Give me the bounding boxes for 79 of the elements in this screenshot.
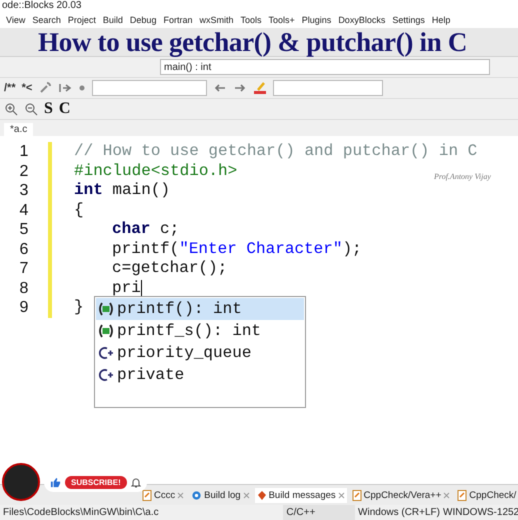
step-icon[interactable] [58, 81, 72, 95]
menu-item[interactable]: Project [68, 15, 96, 25]
zoom-out-icon[interactable] [24, 102, 38, 116]
close-icon[interactable] [242, 492, 250, 498]
menu-item[interactable]: DoxyBlocks [338, 15, 386, 25]
code-text: } [74, 298, 84, 318]
log-tab[interactable]: CppCheck/ [455, 488, 518, 502]
menu-item[interactable]: Tools [240, 15, 262, 25]
format-button[interactable]: S [44, 100, 53, 118]
class-icon [98, 368, 114, 382]
window-title: ode::Blocks 20.03 [0, 0, 518, 12]
log-tab[interactable]: Cccc [140, 488, 186, 502]
line-number: 6 [20, 240, 28, 259]
toolbar-text[interactable]: *< [22, 82, 32, 94]
autocomplete-item[interactable]: private [96, 364, 304, 386]
channel-logo [2, 463, 40, 501]
log-tab[interactable]: Build log [189, 488, 252, 502]
toolbar-dropdown[interactable] [273, 80, 384, 96]
document-icon [457, 490, 468, 500]
function-icon [98, 302, 114, 316]
author-credit: Prof.Antony Vijay [434, 172, 491, 181]
line-number: 8 [20, 278, 28, 298]
status-path: Files\CodeBlocks\MinGW\bin\C\a.c [2, 506, 160, 520]
menu-item[interactable]: Build [102, 15, 123, 25]
code-text: #include<stdio.h> [74, 162, 238, 181]
dot-icon[interactable] [78, 84, 86, 92]
menu-item[interactable]: wxSmith [199, 15, 234, 25]
video-title: How to use getchar() & putchar() in C [38, 26, 468, 58]
autocomplete-item[interactable]: printf_s(): int [96, 320, 304, 342]
code-text: int [74, 181, 103, 200]
line-number: 7 [20, 259, 28, 278]
menu-item[interactable]: Tools+ [268, 15, 295, 25]
menu-item[interactable]: Debug [130, 15, 156, 25]
code-text: c; [159, 220, 180, 240]
close-icon[interactable] [443, 492, 450, 498]
menu-item[interactable]: Fortran [163, 15, 192, 25]
zoom-in-icon[interactable] [4, 102, 18, 116]
line-number: 5 [20, 220, 28, 240]
code-text: ); [342, 240, 362, 259]
file-tab[interactable]: *a.c [4, 123, 34, 136]
line-number: 4 [20, 200, 28, 220]
subscribe-button[interactable]: SUBSCRIBE! [65, 476, 127, 488]
code-text: { [74, 200, 84, 220]
format-button[interactable]: C [58, 100, 70, 118]
menu-item[interactable]: Settings [392, 15, 425, 25]
function-icon [98, 324, 114, 338]
menu-item[interactable]: Search [32, 15, 61, 25]
autocomplete-item[interactable]: priority_queue [96, 342, 304, 364]
log-tab[interactable]: Build messages [254, 488, 347, 502]
toolbar-text[interactable]: /** [4, 82, 16, 94]
highlighter-icon[interactable] [253, 81, 268, 95]
close-icon[interactable] [177, 492, 184, 498]
line-number: 1 [20, 142, 28, 162]
code-text: // How to use getchar() and putchar() in C [74, 142, 478, 162]
menu-item[interactable]: Plugins [302, 15, 332, 25]
menu-item[interactable]: View [6, 15, 26, 25]
code-text: main() [111, 181, 170, 200]
status-line-endings: Windows (CR+LF) [357, 506, 440, 520]
bell-icon[interactable] [130, 476, 141, 488]
line-number: 2 [20, 162, 28, 181]
code-text: c=getchar(); [112, 259, 228, 278]
thumbs-up-icon[interactable] [50, 476, 61, 488]
toolbar-dropdown[interactable] [92, 80, 208, 96]
code-text: "Enter Character" [179, 240, 342, 259]
scope-dropdown[interactable]: main() : int [160, 59, 490, 75]
autocomplete-item[interactable]: printf(): int [96, 298, 304, 320]
log-tab[interactable]: CppCheck/Vera++ [350, 488, 452, 502]
status-language: C/C++ [283, 505, 356, 520]
line-number: 3 [20, 181, 28, 200]
close-icon[interactable] [338, 492, 345, 498]
code-text: pri [112, 278, 141, 298]
code-editor[interactable] [0, 136, 518, 484]
code-text: char [112, 220, 150, 240]
line-number: 9 [20, 298, 28, 318]
menu-item[interactable]: Help [432, 15, 450, 25]
class-icon [98, 346, 114, 360]
document-icon [352, 490, 362, 500]
text-cursor [140, 280, 142, 297]
code-text: printf( [112, 240, 180, 259]
